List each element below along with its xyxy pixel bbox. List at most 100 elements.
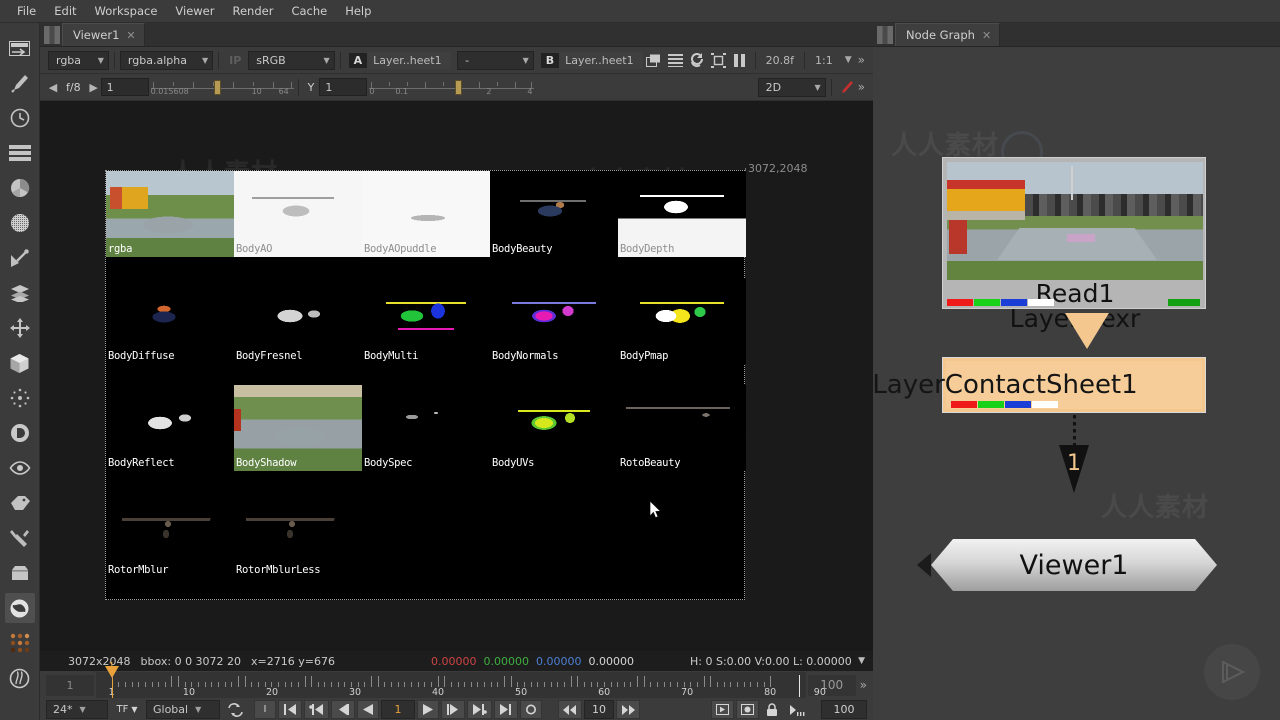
- menu-item-viewer[interactable]: Viewer: [166, 2, 223, 20]
- contact-cell-bodydiffuse[interactable]: BodyDiffuse: [106, 278, 234, 364]
- input-mix-dropdown[interactable]: - ▼: [457, 50, 534, 70]
- keyer-icon[interactable]: [5, 243, 35, 273]
- color-icon[interactable]: [5, 173, 35, 203]
- deep-icon[interactable]: [5, 418, 35, 448]
- lines-icon[interactable]: [665, 50, 687, 71]
- other-icon[interactable]: [5, 558, 35, 588]
- contact-cell-bodyshadow[interactable]: BodyShadow: [234, 385, 362, 471]
- last-frame-button[interactable]: [494, 700, 518, 719]
- loop-button[interactable]: [222, 700, 248, 719]
- chevron-down-icon[interactable]: ▼: [839, 55, 858, 65]
- fps-dropdown[interactable]: 24* ▼: [46, 700, 108, 719]
- contact-cell-bodymulti[interactable]: BodyMulti: [362, 278, 490, 364]
- cara-icon[interactable]: [5, 663, 35, 693]
- current-frame-field[interactable]: 1: [381, 700, 415, 719]
- lock-icon[interactable]: [761, 700, 783, 719]
- input-a-value[interactable]: Layer..heet1: [367, 51, 452, 69]
- view-mode-dropdown[interactable]: 2D ▼: [757, 77, 826, 97]
- filter-icon[interactable]: [5, 208, 35, 238]
- wipe-icon[interactable]: [643, 50, 665, 71]
- contact-cell-bodydepth[interactable]: BodyDepth: [618, 171, 746, 257]
- time-icon[interactable]: [5, 103, 35, 133]
- timecode-mode-button[interactable]: TF ▼: [110, 700, 144, 719]
- views-icon[interactable]: [5, 453, 35, 483]
- record-button[interactable]: [736, 700, 759, 719]
- keys-icon[interactable]: [785, 700, 809, 719]
- viewer-node[interactable]: Viewer1: [931, 539, 1217, 591]
- panel-grip-icon[interactable]: [877, 26, 893, 44]
- gamma-slider[interactable]: 0 0.1 1 2 4: [369, 77, 535, 97]
- gain-prev-arrow[interactable]: ◀: [46, 81, 60, 94]
- 3d-icon[interactable]: [5, 348, 35, 378]
- toolsets-icon[interactable]: [5, 523, 35, 553]
- tab-viewer1[interactable]: Viewer1 ✕: [62, 23, 145, 46]
- transform-icon[interactable]: [5, 313, 35, 343]
- read-node[interactable]: Read1 Layers.exr: [942, 157, 1206, 331]
- ocula-icon[interactable]: [5, 628, 35, 658]
- particles-icon[interactable]: [5, 383, 35, 413]
- menu-item-edit[interactable]: Edit: [45, 2, 85, 20]
- channel-icon[interactable]: [5, 138, 35, 168]
- contact-cell-rotormblur[interactable]: RotorMblur: [106, 492, 234, 578]
- contact-cell-bodyspec[interactable]: BodySpec: [362, 385, 490, 471]
- contact-cell-bodyaopuddle[interactable]: BodyAOpuddle: [362, 171, 490, 257]
- viewer-canvas[interactable]: 人人素材 人人素材 人人素材 3072,2048 rgba BodyAO: [40, 101, 873, 651]
- range-end-field[interactable]: 100: [821, 700, 867, 719]
- menu-item-file[interactable]: File: [8, 2, 45, 20]
- menu-item-workspace[interactable]: Workspace: [86, 2, 167, 20]
- timeline-playhead[interactable]: [104, 666, 119, 678]
- close-icon[interactable]: ✕: [982, 29, 991, 42]
- gain-input[interactable]: 1: [100, 78, 149, 96]
- first-frame-button[interactable]: [278, 700, 302, 719]
- contact-cell-bodyao[interactable]: BodyAO: [234, 171, 362, 257]
- contact-cell-rotobeauty[interactable]: RotoBeauty: [618, 385, 746, 471]
- playback-mode-button[interactable]: [711, 700, 734, 719]
- node-toolbar-icon[interactable]: [5, 33, 35, 63]
- play-forward-button[interactable]: [417, 700, 439, 719]
- chevron-down-icon[interactable]: ▼: [858, 656, 865, 666]
- contact-cell-rotormblurless[interactable]: RotorMblurLess: [234, 492, 362, 578]
- prev-keyframe-button[interactable]: [304, 700, 329, 719]
- zoom-level[interactable]: 1:1: [809, 50, 839, 70]
- menu-item-cache[interactable]: Cache: [282, 2, 336, 20]
- contact-cell-bodybeauty[interactable]: BodyBeauty: [490, 171, 618, 257]
- pause-icon[interactable]: [729, 50, 751, 71]
- layer-contact-sheet[interactable]: rgba BodyAO BodyAOpuddle BodyBeauty Body…: [105, 170, 746, 600]
- metadata-icon[interactable]: [5, 488, 35, 518]
- contact-cell-bodyfresnel[interactable]: BodyFresnel: [234, 278, 362, 364]
- step-forward-button[interactable]: [616, 700, 640, 719]
- tab-node-graph[interactable]: Node Graph ✕: [895, 23, 1001, 46]
- refresh-icon[interactable]: [686, 50, 708, 71]
- roi-icon[interactable]: [708, 50, 730, 71]
- step-back-button[interactable]: [558, 700, 582, 719]
- furnace-icon[interactable]: [4, 593, 35, 623]
- expand-chevrons-icon[interactable]: »: [860, 678, 867, 692]
- input-b-value[interactable]: Layer..heet1: [559, 51, 644, 69]
- channel-set-dropdown[interactable]: rgba ▼: [48, 50, 109, 70]
- contact-cell-rgba[interactable]: rgba: [106, 171, 234, 257]
- stop-button[interactable]: [520, 700, 542, 719]
- increment-field[interactable]: 10: [584, 700, 614, 719]
- prev-frame-step-button[interactable]: [331, 700, 355, 719]
- contact-cell-bodynormals[interactable]: BodyNormals: [490, 278, 618, 364]
- close-icon[interactable]: ✕: [126, 29, 135, 42]
- gain-slider[interactable]: 0.015608 1 10 64: [150, 77, 294, 97]
- timeline-start-frame[interactable]: 1: [46, 674, 94, 696]
- menu-item-render[interactable]: Render: [223, 2, 282, 20]
- colorspace-dropdown[interactable]: sRGB ▼: [248, 50, 335, 70]
- channel-dropdown[interactable]: rgba.alpha ▼: [119, 50, 214, 70]
- contact-cell-bodyuvs[interactable]: BodyUVs: [490, 385, 618, 471]
- contact-cell-bodyreflect[interactable]: BodyReflect: [106, 385, 234, 471]
- expand-chevrons-icon[interactable]: »: [858, 53, 873, 67]
- ip-toggle[interactable]: IP: [223, 54, 247, 67]
- pen-icon[interactable]: [836, 77, 858, 98]
- play-backward-button[interactable]: [357, 700, 379, 719]
- gain-next-arrow[interactable]: ▶: [87, 81, 101, 94]
- gamma-input[interactable]: 1: [319, 78, 368, 96]
- contact-cell-bodypmap[interactable]: BodyPmap: [618, 278, 746, 364]
- timeline-ruler[interactable]: 1 10 20 30 40 50 60 70 80 90 1: [96, 661, 826, 698]
- next-frame-step-button[interactable]: [441, 700, 465, 719]
- merge-icon[interactable]: [5, 278, 35, 308]
- menu-item-help[interactable]: Help: [336, 2, 380, 20]
- range-mode-dropdown[interactable]: Global ▼: [146, 700, 220, 719]
